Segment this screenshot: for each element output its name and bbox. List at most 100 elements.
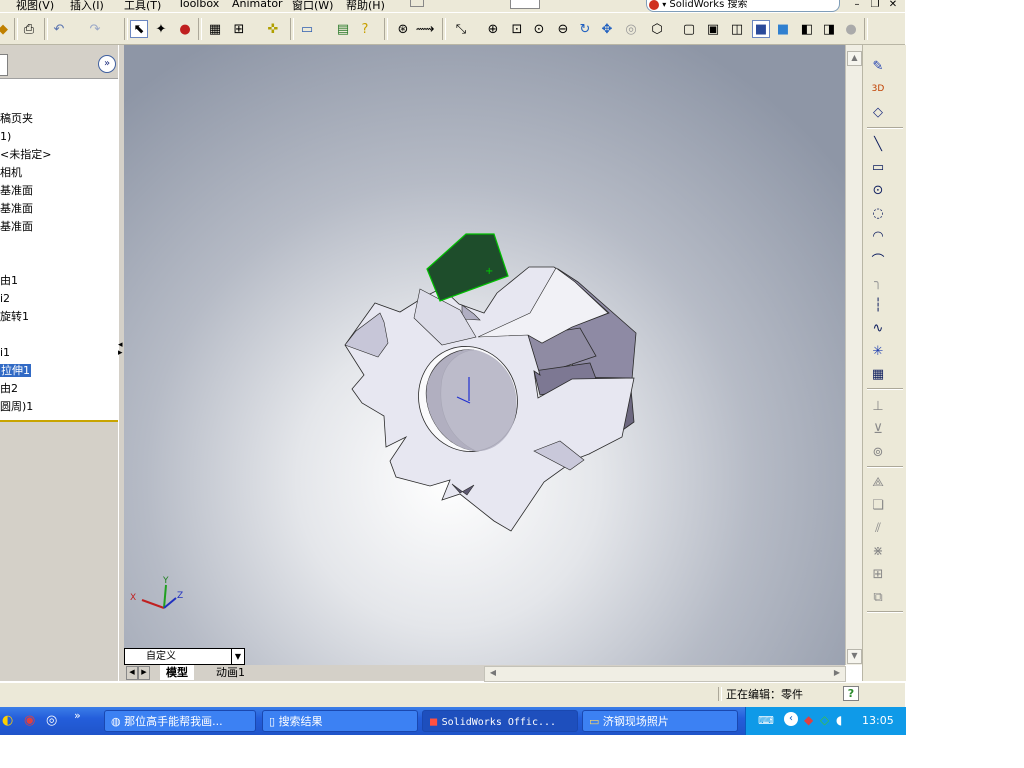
keyboard-icon[interactable]: ⌨ (758, 714, 774, 727)
graphics-area[interactable]: + X Y Z (124, 45, 845, 665)
scroll-up-icon[interactable]: ▲ (847, 51, 862, 66)
combo-box[interactable] (510, 0, 540, 9)
tray-network-icon[interactable]: ◇ (820, 713, 829, 727)
select-icon[interactable]: ⬉ (130, 20, 148, 38)
menu-animator[interactable]: Animator (232, 0, 283, 10)
shaded-icon[interactable]: ■ (774, 20, 792, 38)
restore-icon[interactable]: ❐ (868, 0, 882, 11)
tree-item-plane-top[interactable]: 基准面 (0, 201, 33, 217)
tab-scroll-right-icon[interactable]: ▶ (138, 666, 150, 680)
shaded-with-edges-icon[interactable]: ■ (752, 20, 770, 38)
wireframe-icon[interactable]: ▢ (680, 20, 698, 38)
view-orientation-icon[interactable]: ⬡ (648, 20, 666, 38)
task-button-search[interactable]: ▯ 搜索结果 (262, 710, 418, 732)
save-icon[interactable]: ◆ (0, 20, 12, 38)
offset-entities-icon[interactable]: ⊚ (869, 443, 887, 461)
tab-animation1[interactable]: 动画1 (210, 665, 251, 680)
3d-sketch-icon[interactable]: 3D (869, 80, 887, 98)
tree-item-design-binder[interactable]: 稿页夹 (0, 111, 33, 127)
shadows-icon[interactable]: ◧ (798, 20, 816, 38)
tray-clock[interactable]: 13:05 (862, 714, 894, 727)
close-icon[interactable]: ✕ (886, 0, 900, 11)
tree-item-lights-cameras[interactable]: 相机 (0, 165, 22, 181)
tree-item-circular-pattern1[interactable]: 圆周)1 (0, 399, 33, 415)
zoom-fit-icon[interactable]: ⊕ (484, 20, 502, 38)
horizontal-scrollbar[interactable]: ◀ ▶ (484, 666, 846, 682)
feature-manager-tab[interactable] (0, 54, 8, 76)
dropdown-arrow-icon[interactable]: ▼ (231, 649, 244, 664)
pan-icon[interactable]: ✥ (598, 20, 616, 38)
sketch-fillet-icon[interactable]: ╮ (869, 273, 887, 291)
tab-scroll-left-icon[interactable]: ◀ (126, 666, 138, 680)
menu-view[interactable]: 视图(V) (16, 0, 54, 12)
tray-app-icon[interactable]: ◆ (804, 713, 813, 727)
vertical-scrollbar[interactable]: ▲ ▼ (845, 45, 862, 665)
rectangle-icon[interactable]: ▭ (869, 158, 887, 176)
quicklaunch-icon[interactable]: ◉ (24, 713, 35, 728)
centerline-icon[interactable]: ┆ (869, 296, 887, 314)
task-button-folder[interactable]: ▭ 济钢现场照片 (582, 710, 738, 732)
part-model[interactable]: + X Y Z (124, 45, 845, 665)
display-options-icon[interactable]: ⊞ (230, 20, 248, 38)
tree-item-plane-front[interactable]: 基准面 (0, 183, 33, 199)
smart-dimension-icon[interactable]: ⟿ (416, 20, 435, 38)
tree-item-axis1[interactable]: 由1 (0, 273, 18, 289)
centerpoint-arc-icon[interactable]: ◌ (869, 204, 887, 222)
menu-toolbox[interactable]: Toolbox (178, 0, 219, 10)
scroll-left-icon[interactable]: ◀ (487, 667, 499, 679)
scroll-right-icon[interactable]: ▶ (831, 667, 843, 679)
section-view-icon[interactable]: ◨ (820, 20, 838, 38)
collapse-arrows-icon[interactable]: ◂ ▸ (118, 341, 123, 358)
menu-tools[interactable]: 工具(T) (124, 0, 161, 12)
view-orientation-select[interactable]: 自定义 ▼ (124, 648, 245, 665)
properties-icon[interactable]: ▤ (334, 20, 352, 38)
zoom-selection-icon[interactable]: ⊖ (554, 20, 572, 38)
tangent-arc-icon[interactable]: ◠ (869, 227, 887, 245)
dimension-icon[interactable]: ◇ (869, 103, 887, 121)
grid-icon[interactable]: ▦ (869, 365, 887, 383)
move-entities-icon[interactable]: ⋇ (869, 542, 887, 560)
sketch-icon[interactable]: ⊛ (394, 20, 412, 38)
realview-icon[interactable]: ● (842, 20, 860, 38)
scroll-down-icon[interactable]: ▼ (847, 649, 862, 664)
tray-volume-icon[interactable]: ◖ (836, 713, 842, 727)
tree-item-revolve1[interactable]: 旋转1 (0, 309, 29, 325)
tree-item-axis2[interactable]: 由2 (0, 381, 18, 397)
convert-entities-icon[interactable]: ❏ (869, 496, 887, 514)
search-input[interactable]: ▾ SolidWorks 搜索 (646, 0, 840, 12)
tree-item-plane-right[interactable]: 基准面 (0, 219, 33, 235)
sketch-tool-icon[interactable]: ✎ (869, 57, 887, 75)
rollback-bar[interactable] (0, 420, 118, 422)
measure-icon[interactable]: ⤡ (452, 20, 470, 38)
quicklaunch-icon[interactable]: ◎ (46, 713, 57, 728)
trim-icon[interactable]: ⊻ (869, 420, 887, 438)
undo-icon[interactable]: ↶ (50, 20, 68, 38)
print-icon[interactable]: ⎙ (20, 20, 38, 38)
zoom-in-out-icon[interactable]: ⊙ (530, 20, 548, 38)
help-button[interactable]: ? (843, 686, 859, 701)
task-button-solidworks[interactable]: ◼ SolidWorks Offic... (422, 710, 578, 732)
tree-item-extrude1[interactable]: 拉伸1 (0, 363, 31, 379)
menu-window[interactable]: 窗口(W) (292, 0, 333, 12)
tab-model[interactable]: 模型 (160, 665, 194, 680)
quicklaunch-overflow[interactable]: » (74, 709, 81, 722)
mirror-icon[interactable]: ⟁ (869, 473, 887, 491)
options-icon[interactable]: ▦ (206, 20, 224, 38)
zoom-area-icon[interactable]: ⊡ (508, 20, 526, 38)
tree-item-sketch2[interactable]: i2 (0, 291, 10, 307)
rebuild-icon[interactable]: ● (176, 20, 194, 38)
circular-pattern-icon[interactable]: ⧉ (869, 588, 887, 606)
tree-item-material[interactable]: <未指定> (0, 147, 51, 163)
minimize-icon[interactable]: – (850, 0, 864, 11)
linear-pattern-icon[interactable]: ⊞ (869, 565, 887, 583)
hidden-lines-visible-icon[interactable]: ▣ (704, 20, 722, 38)
select-filter-icon[interactable]: ✦ (152, 20, 170, 38)
tree-item-sketch1[interactable]: i1 (0, 345, 10, 361)
quicklaunch-icon[interactable]: ◐ (2, 713, 13, 728)
help-icon[interactable]: ? (356, 20, 374, 38)
search-dropdown-icon[interactable]: ▾ (662, 0, 666, 9)
tools-icon[interactable]: ✜ (264, 20, 282, 38)
line-icon[interactable]: ╲ (869, 135, 887, 153)
add-relation-icon[interactable]: ⊥ (869, 397, 887, 415)
extend-icon[interactable]: ⫽ (869, 519, 887, 537)
